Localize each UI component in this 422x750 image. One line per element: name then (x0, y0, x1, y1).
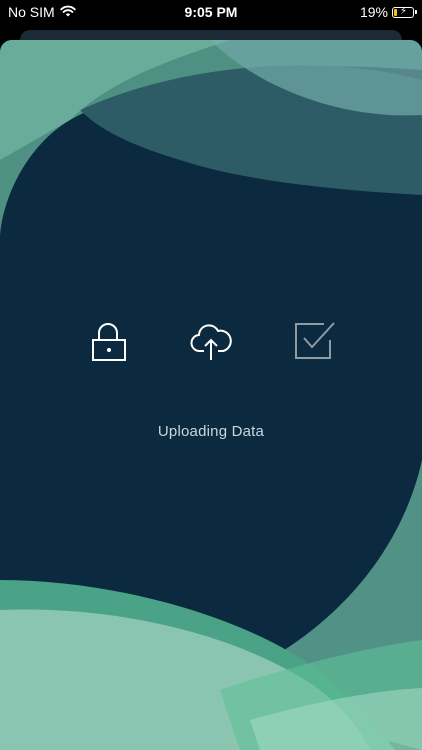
progress-steps (0, 318, 422, 364)
battery-percent: 19% (359, 4, 388, 20)
charging-bolt-icon: ⚡ (400, 5, 408, 17)
upload-status-text: Uploading Data (157, 423, 265, 440)
upload-card: Uploading Data (0, 40, 422, 750)
screen: No SIM 9:05 PM 19% ⚡ Uploading Data (0, 0, 422, 750)
checkbox-icon (290, 318, 336, 364)
battery-icon: ⚡ (392, 5, 417, 18)
wave-background (0, 40, 422, 750)
status-time: 9:05 PM (184, 4, 238, 20)
status-bar: No SIM 9:05 PM 19% ⚡ (0, 0, 422, 26)
cloud-upload-icon (188, 318, 234, 364)
battery-level (394, 8, 397, 16)
status-right: 19% ⚡ (359, 4, 417, 20)
lock-icon (86, 318, 132, 364)
